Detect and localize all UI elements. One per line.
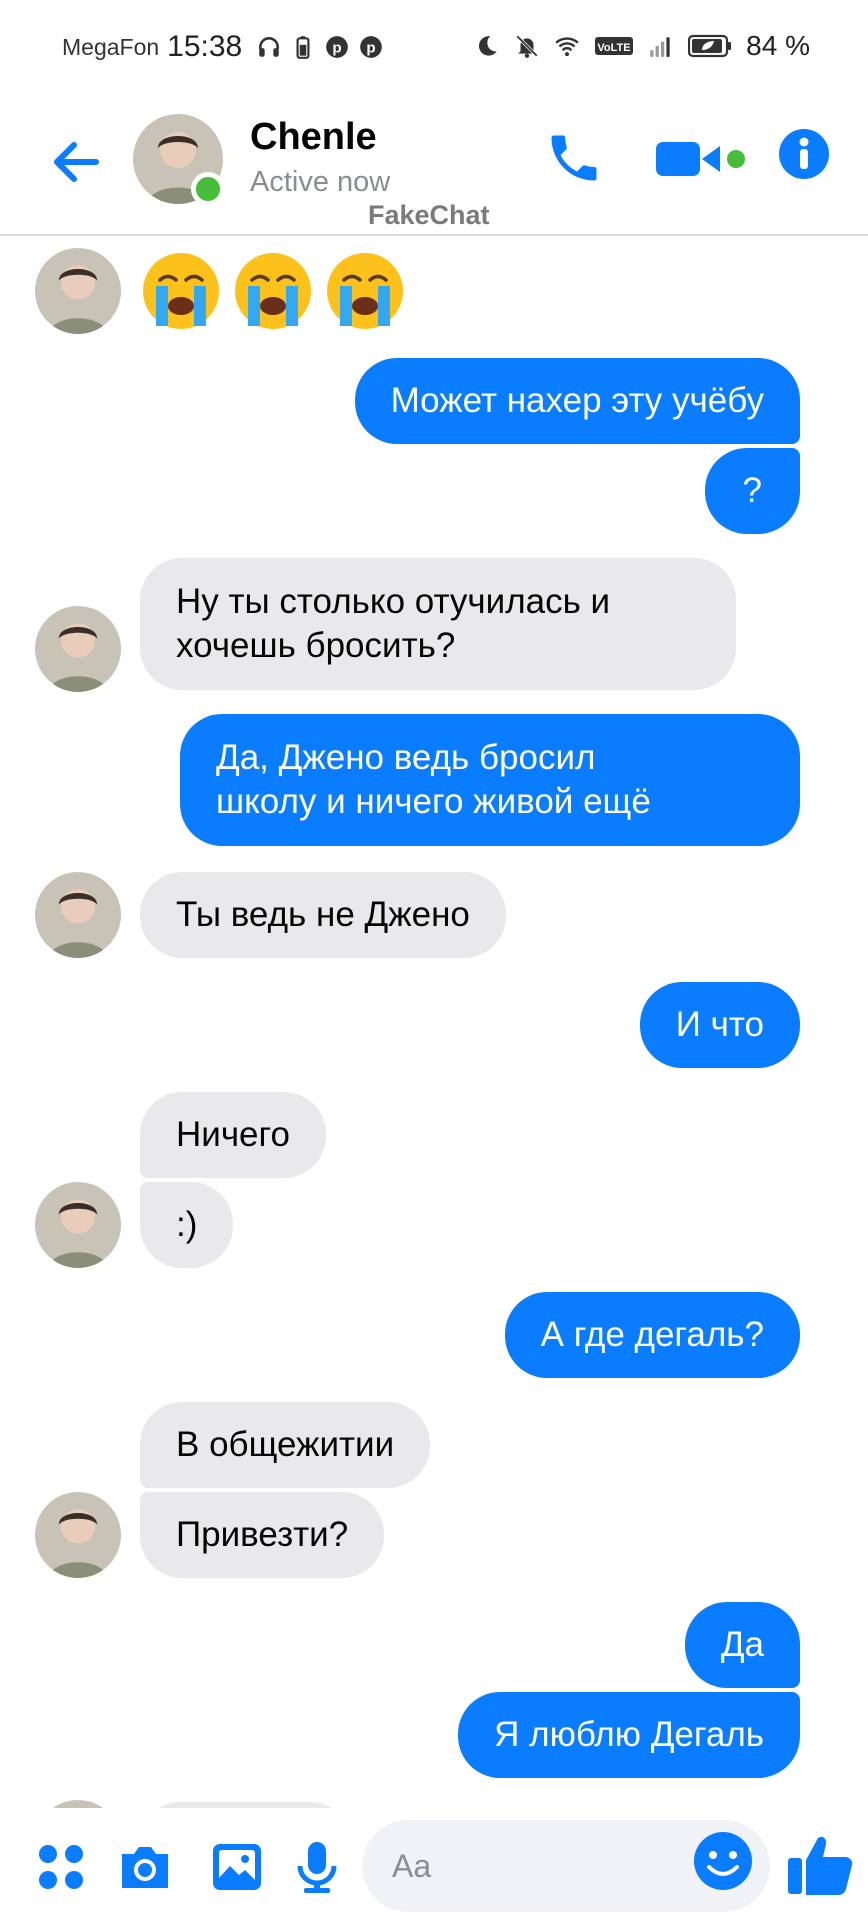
thumbs-up-icon[interactable] (784, 1828, 856, 1900)
message-composer (0, 1808, 868, 1920)
watermark: FakeChat (368, 200, 490, 230)
message-line: Ну ты столько отучилась и (176, 582, 611, 621)
pinterest-icon: p (326, 36, 349, 58)
battery-icon (688, 34, 732, 58)
message-line: школу и ничего живой ещё (216, 782, 651, 821)
message-bubble-incoming[interactable]: В общежитии (140, 1402, 431, 1488)
message-bubble-incoming[interactable]: Ну ты столько отучилась и хочешь бросить… (140, 558, 736, 690)
sender-avatar[interactable] (35, 1800, 121, 1808)
camera-icon[interactable] (116, 1838, 174, 1896)
contact-name[interactable]: Chenle (250, 116, 377, 159)
volte-icon: VoLTE (595, 37, 634, 55)
pinterest-icon: p (360, 36, 383, 58)
message-list[interactable]: Может нахер эту учёбу ? Ну ты столько от… (0, 238, 868, 1808)
message-input[interactable] (392, 1842, 722, 1890)
moon-icon (479, 36, 497, 56)
clock: 15:38 (167, 30, 243, 63)
sender-avatar[interactable] (35, 606, 121, 692)
message-bubble-incoming[interactable]: Привезти? (140, 1492, 385, 1578)
crying-face-icon (143, 253, 219, 329)
emoji-icon[interactable] (692, 1830, 754, 1892)
svg-text:VoLTE: VoLTE (598, 42, 631, 54)
menu-dots-icon[interactable] (32, 1838, 90, 1896)
carrier-label: MegaFon (62, 33, 160, 60)
svg-text:p: p (367, 39, 376, 56)
message-bubble-outgoing[interactable]: Может нахер эту учёбу (354, 358, 800, 444)
message-bubble-outgoing[interactable]: ? (704, 448, 800, 534)
message-emoji-row[interactable] (140, 250, 406, 332)
microphone-icon[interactable] (288, 1838, 346, 1896)
message-bubble-incoming[interactable]: Ты ведь не Джено (140, 872, 506, 958)
headphones-icon (259, 37, 280, 57)
sender-avatar[interactable] (35, 248, 121, 334)
chat-header: Chenle Active now FakeChat (0, 96, 868, 236)
wifi-icon (555, 37, 579, 57)
back-arrow-icon[interactable] (46, 132, 106, 192)
sender-avatar[interactable] (35, 1492, 121, 1578)
contact-status: Active now (250, 166, 391, 198)
battery-percent: 84 % (746, 30, 810, 61)
phone-call-icon[interactable] (544, 128, 604, 188)
online-indicator (191, 172, 225, 206)
message-bubble-outgoing[interactable]: Да (684, 1602, 800, 1688)
crying-face-icon (235, 253, 311, 329)
signal-icon (650, 37, 670, 57)
message-bubble-outgoing[interactable]: А где дегаль? (504, 1292, 800, 1378)
battery-saver-icon (296, 36, 310, 59)
message-bubble-incoming[interactable]: :) (140, 1182, 234, 1268)
message-line: хочешь бросить? (176, 626, 456, 665)
message-bubble-incoming[interactable]: Ничего (140, 1092, 326, 1178)
bell-off-icon (516, 35, 539, 58)
message-bubble-outgoing[interactable]: Я люблю Дегаль (458, 1692, 800, 1778)
sender-avatar[interactable] (35, 872, 121, 958)
message-bubble-outgoing[interactable]: И что (639, 982, 800, 1068)
svg-text:p: p (333, 39, 342, 56)
message-line: Да, Джено ведь бросил (216, 738, 596, 777)
gallery-icon[interactable] (208, 1838, 266, 1896)
status-bar: MegaFon 15:38 p p VoLTE 84 % (0, 0, 868, 96)
message-bubble-outgoing[interactable]: Да, Джено ведь бросил школу и ничего жив… (180, 714, 800, 846)
sender-avatar[interactable] (35, 1182, 121, 1268)
crying-face-icon (327, 253, 403, 329)
info-icon[interactable] (778, 128, 830, 180)
video-call-icon[interactable] (654, 132, 750, 186)
